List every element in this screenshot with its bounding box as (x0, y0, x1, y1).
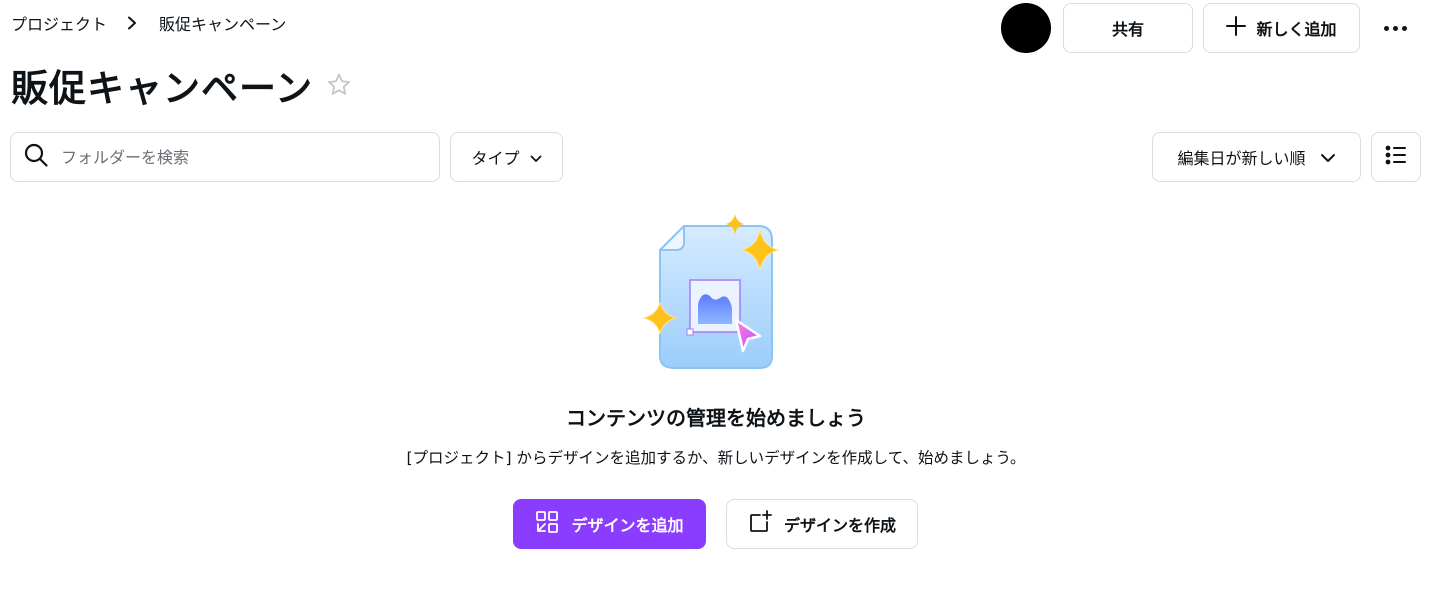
empty-state-illustration (640, 212, 788, 372)
search-input[interactable] (61, 147, 401, 167)
list-view-icon (1385, 145, 1407, 169)
add-design-icon (535, 510, 559, 538)
search-icon (23, 142, 49, 172)
page-title: 販促キャンペーン (11, 67, 314, 110)
sort-label: 編集日が新しい順 (1177, 149, 1306, 168)
empty-state-description: [プロジェクト] からデザインを追加するか、新しいデザインを作成して、始めましょ… (406, 449, 1026, 467)
folder-search (10, 132, 440, 182)
breadcrumb: プロジェクト 販促キャンペーン (11, 11, 286, 35)
more-icon[interactable] (1370, 3, 1420, 53)
chevron-right-icon (127, 16, 137, 30)
create-design-icon (748, 510, 772, 538)
title-row: 販促キャンペーン (11, 58, 353, 112)
breadcrumb-item-current[interactable]: 販促キャンペーン (159, 11, 286, 35)
chevron-down-icon (530, 148, 542, 167)
type-filter-button[interactable]: タイプ (450, 132, 563, 182)
sort-dropdown[interactable]: 編集日が新しい順 (1152, 132, 1361, 182)
add-design-button[interactable]: デザインを追加 (513, 499, 706, 549)
list-view-button[interactable] (1371, 132, 1421, 182)
add-design-label: デザインを追加 (571, 516, 684, 535)
add-new-button[interactable]: 新しく追加 (1203, 3, 1360, 53)
create-design-label: デザインを作成 (783, 516, 896, 535)
chevron-down-icon (1320, 148, 1336, 167)
add-new-label: 新しく追加 (1256, 20, 1337, 39)
empty-state-title: コンテンツの管理を始めましょう (566, 406, 866, 430)
plus-icon (1226, 16, 1247, 40)
type-filter-label: タイプ (471, 149, 520, 168)
share-button[interactable]: 共有 (1063, 3, 1193, 53)
create-design-button[interactable]: デザインを作成 (726, 499, 918, 549)
star-icon[interactable] (325, 71, 353, 99)
header-actions: 共有 新しく追加 (1001, 3, 1420, 53)
avatar[interactable] (1001, 3, 1051, 53)
breadcrumb-item-projects[interactable]: プロジェクト (11, 11, 107, 35)
